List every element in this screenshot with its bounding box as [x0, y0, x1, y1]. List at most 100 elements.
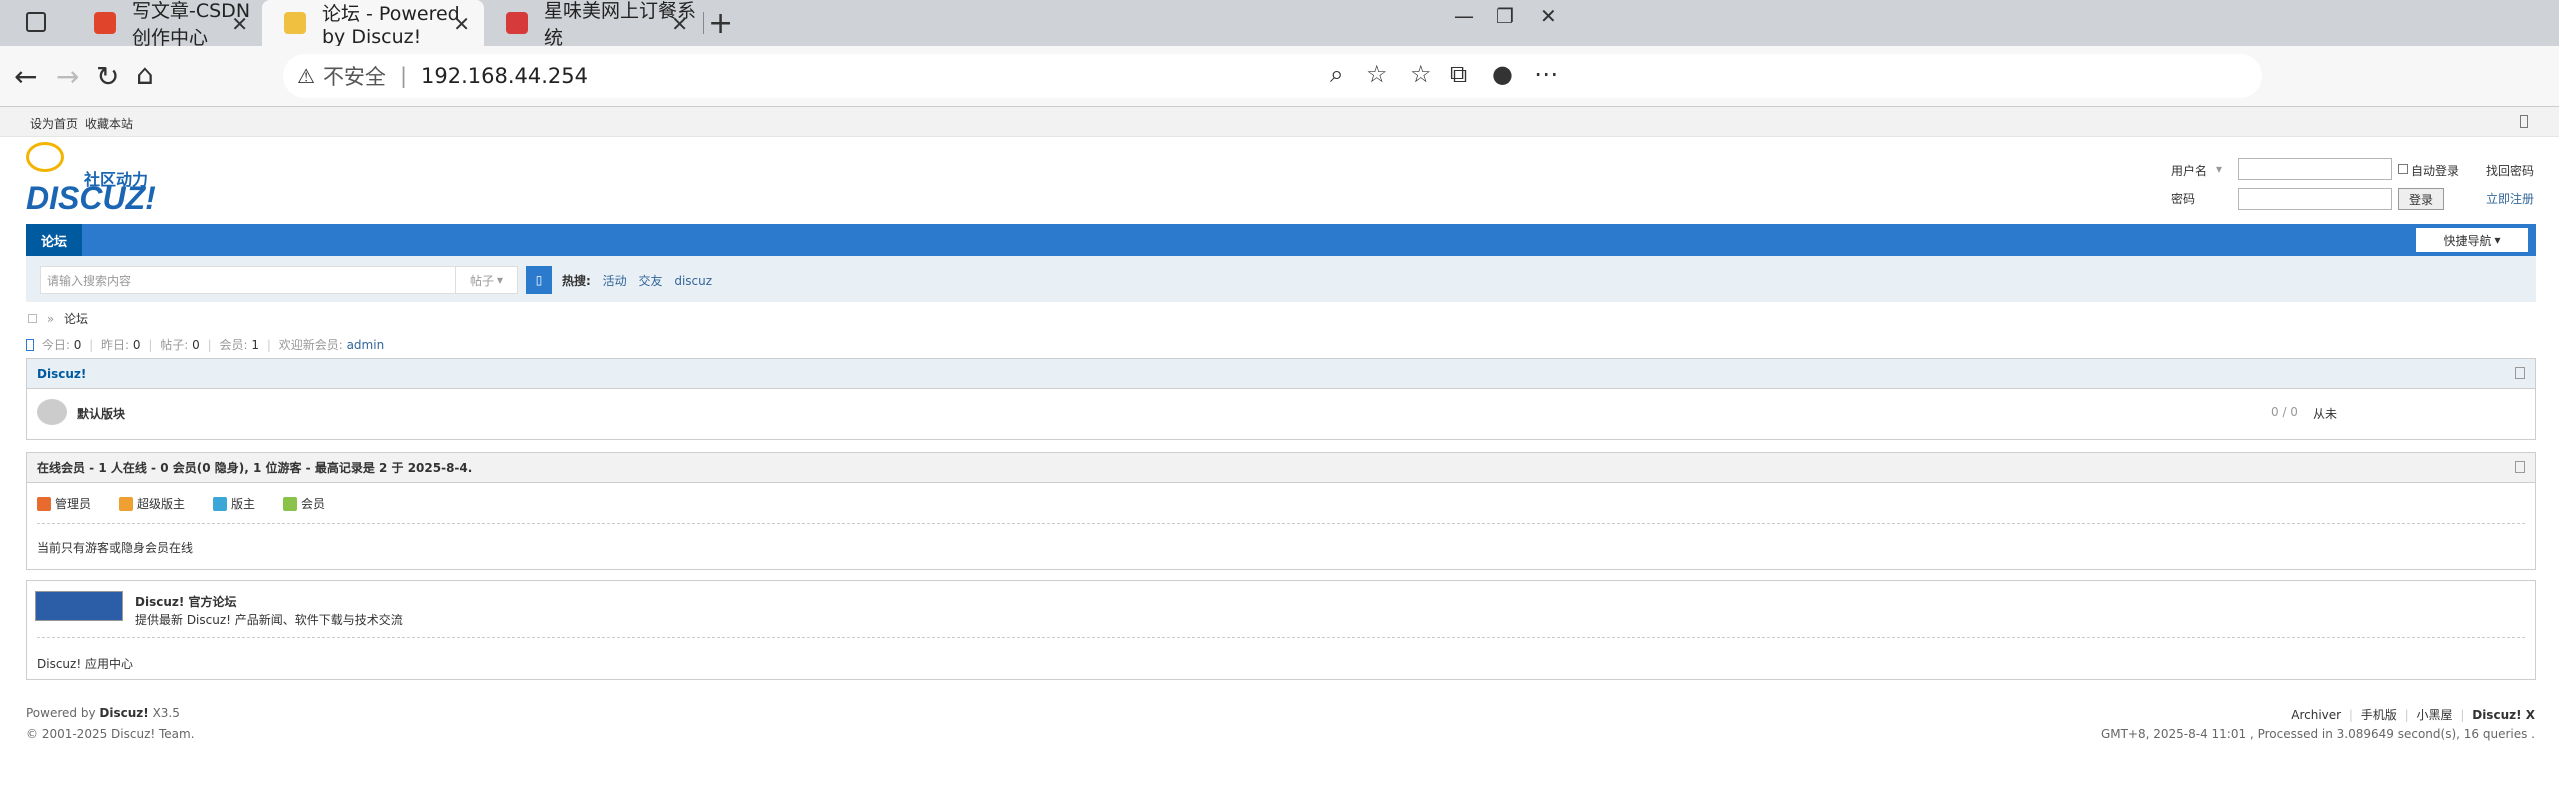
hot-link[interactable]: discuz — [674, 274, 712, 288]
restore-icon[interactable]: ❐ — [1496, 4, 1514, 28]
breadcrumb-current[interactable]: 论坛 — [64, 312, 88, 326]
close-tab-icon[interactable]: ✕ — [453, 12, 470, 36]
username-dropdown-icon[interactable]: ▾ — [2216, 162, 2222, 176]
profile-icon[interactable]: ● — [1492, 60, 1513, 88]
discuz-vip-logo[interactable] — [35, 591, 123, 621]
today-label: 今日: — [41, 338, 70, 352]
official-forum-link[interactable]: Discuz! 官方论坛 — [135, 593, 237, 610]
footer-links: Archiver | 手机版 | 小黑屋 | Discuz! X — [2291, 706, 2535, 723]
collapse-icon[interactable] — [2515, 461, 2525, 473]
add-favorite-icon[interactable]: ☆ — [1366, 60, 1388, 88]
hot-link[interactable]: 交友 — [638, 274, 662, 288]
discuz-favicon-icon — [284, 12, 306, 34]
home-icon[interactable]: ⌂ — [136, 58, 154, 91]
search-bar: 请输入搜索内容 帖子 ▾ ▯ 热搜: 活动 交友 discuz — [26, 256, 2536, 302]
site-header: 社区动力 DISCUZ! 用户名 ▾ 自动登录 找回密码 密码 登录 立即注册 — [26, 142, 2536, 222]
category-title[interactable]: Discuz! — [37, 367, 86, 381]
nav-forum-tab[interactable]: 论坛 — [26, 224, 82, 256]
newest-label: 欢迎新会员: — [278, 338, 343, 352]
find-password-link[interactable]: 找回密码 — [2486, 162, 2534, 179]
home-icon[interactable] — [28, 314, 37, 323]
official-forum-desc: 提供最新 Discuz! 产品新闻、软件下载与技术交流 — [135, 613, 403, 627]
footer-divider: | — [2460, 708, 2465, 722]
legend-admin: 管理员 — [37, 495, 91, 512]
back-icon[interactable]: ← — [14, 60, 37, 93]
online-note: 当前只有游客或隐身会员在线 — [37, 541, 194, 555]
footer-divider: | — [2404, 708, 2409, 722]
browser-toolbar: ← → ↻ ⌂ ⚠ 不安全 | 192.168.44.254 ⌕ ☆ ☆ ⧉ ●… — [0, 46, 2559, 106]
version: X3.5 — [152, 706, 180, 720]
more-icon[interactable]: ⋯ — [1534, 60, 1558, 88]
search-input[interactable]: 请输入搜索内容 — [40, 266, 456, 294]
divider — [37, 637, 2525, 638]
legend-member: 会员 — [283, 495, 325, 512]
category-header: Discuz! — [27, 359, 2535, 389]
mobile-icon[interactable] — [2520, 115, 2528, 128]
address-bar[interactable]: ⚠ 不安全 | 192.168.44.254 — [283, 54, 2262, 98]
tab-ordering[interactable]: 星味美网上订餐系统 ✕ — [484, 0, 702, 49]
zoom-icon[interactable]: ⌕ — [1330, 60, 1343, 88]
bookmark-link[interactable]: 收藏本站 — [85, 115, 133, 132]
footer-left: Powered by Discuz! X3.5 — [26, 706, 180, 720]
close-window-icon[interactable]: ✕ — [1540, 4, 1557, 28]
app-center-link[interactable]: Discuz! 应用中心 — [37, 655, 133, 672]
stats-divider: | — [266, 338, 271, 352]
blacklist-link[interactable]: 小黑屋 — [2417, 708, 2453, 722]
yesterday-label: 昨日: — [101, 338, 130, 352]
auto-login-checkbox[interactable] — [2398, 164, 2408, 174]
security-label: 不安全 — [322, 65, 386, 89]
search-button[interactable]: ▯ — [526, 266, 552, 294]
divider — [37, 523, 2525, 524]
stats-divider: | — [148, 338, 153, 352]
register-link[interactable]: 立即注册 — [2486, 190, 2534, 207]
stats-divider: | — [89, 338, 94, 352]
forum-name[interactable]: 默认版块 — [77, 405, 125, 422]
search-type-select[interactable]: 帖子 ▾ — [456, 266, 518, 294]
brand-link[interactable]: Discuz! X — [2472, 708, 2535, 722]
logo[interactable]: DISCUZ! — [26, 180, 156, 217]
close-tab-icon[interactable]: ✕ — [671, 12, 688, 36]
legend-mod: 版主 — [213, 495, 255, 512]
site-topbar: 设为首页 收藏本站 — [0, 107, 2559, 137]
auto-login-label: 自动登录 — [2411, 164, 2460, 178]
forward-icon[interactable]: → — [56, 60, 79, 93]
legend-label: 会员 — [301, 497, 326, 511]
new-tab-icon[interactable]: + — [708, 6, 733, 41]
quick-nav-label: 快捷导航 — [2443, 233, 2492, 248]
member-icon — [283, 496, 297, 511]
copyright: © 2001-2025 Discuz! Team. — [26, 727, 195, 741]
username-label: 用户名 — [2171, 164, 2208, 178]
friend-links-box: Discuz! 官方论坛 提供最新 Discuz! 产品新闻、软件下载与技术交流… — [26, 580, 2536, 680]
online-header: 在线会员 - 1 人在线 - 0 会员(0 隐身), 1 位游客 - 最高记录是… — [27, 453, 2535, 483]
password-field[interactable] — [2238, 188, 2392, 210]
minimize-icon[interactable]: — — [1454, 4, 1474, 28]
login-button[interactable]: 登录 — [2398, 188, 2444, 210]
search-type-label: 帖子 — [469, 273, 494, 288]
tab-csdn[interactable]: 写文章-CSDN创作中心 ✕ — [72, 0, 262, 49]
browser-tab-bar: 写文章-CSDN创作中心 ✕ 论坛 - Powered by Discuz! ✕… — [0, 0, 2559, 49]
favorites-icon[interactable]: ☆ — [1410, 60, 1432, 88]
powered-name[interactable]: Discuz! — [99, 706, 148, 720]
hot-label: 热搜: — [562, 274, 591, 288]
archiver-link[interactable]: Archiver — [2291, 708, 2341, 722]
tab-actions-icon[interactable] — [26, 12, 46, 32]
set-home-link[interactable]: 设为首页 — [30, 115, 78, 132]
password-label: 密码 — [2171, 192, 2196, 206]
collections-icon[interactable]: ⧉ — [1450, 60, 1467, 88]
close-tab-icon[interactable]: ✕ — [231, 12, 248, 36]
ordering-favicon-icon — [506, 12, 528, 34]
username-field[interactable] — [2238, 158, 2392, 180]
tab-forum[interactable]: 论坛 - Powered by Discuz! ✕ — [262, 0, 484, 48]
category-box: Discuz! 默认版块 0 / 0 从未 — [26, 358, 2536, 440]
legend-label: 超级版主 — [137, 497, 186, 511]
forum-counts: 0 / 0 — [2271, 405, 2298, 419]
collapse-icon[interactable] — [2515, 367, 2525, 379]
quick-nav-button[interactable]: 快捷导航 ▾ — [2416, 228, 2528, 252]
hot-link[interactable]: 活动 — [603, 274, 627, 288]
search-icon: ▯ — [535, 273, 543, 287]
newest-member-link[interactable]: admin — [347, 338, 385, 352]
stats-icon — [26, 339, 34, 351]
posts-label: 帖子: — [160, 338, 189, 352]
mobile-link[interactable]: 手机版 — [2361, 708, 2397, 722]
refresh-icon[interactable]: ↻ — [96, 60, 119, 93]
